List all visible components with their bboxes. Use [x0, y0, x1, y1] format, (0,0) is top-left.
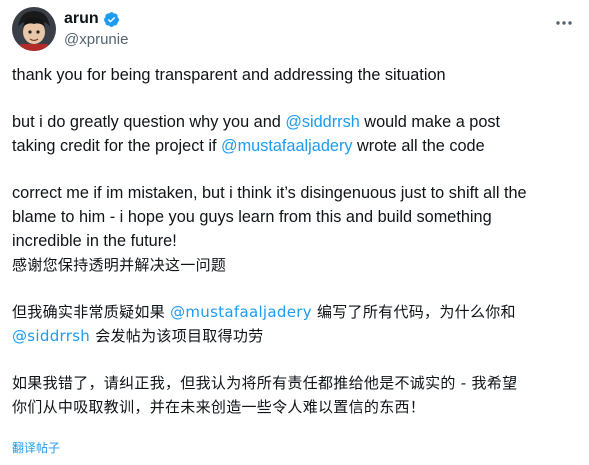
zh-paragraph-3-line-2: 你们从中吸取教训，并在未来创造一些令人难以置信的东西！ — [12, 398, 426, 416]
en-paragraph-1: thank you for being transparent and addr… — [12, 66, 446, 84]
en-paragraph-2: but i do greatly question why you and @s… — [12, 110, 582, 134]
translate-post-link[interactable]: 翻译帖子 — [12, 440, 60, 456]
zh-paragraph-2: 但我确实非常质疑如果 @mustafaaljadery 编写了所有代码，为什么你… — [12, 300, 582, 324]
zh-paragraph-2-cont: @siddrrsh 会发帖为该项目取得功劳 — [12, 324, 582, 348]
text-span: 会发帖为该项目取得功劳 — [90, 327, 264, 345]
text-span: would make a post — [359, 113, 501, 131]
en-paragraph-3-line-1: correct me if im mistaken, but i think i… — [12, 184, 527, 202]
text-span: but i do greatly question why you and — [12, 113, 286, 131]
text-span: 但我确实非常质疑如果 — [12, 303, 171, 321]
verified-badge-icon — [103, 11, 120, 28]
tweet-body: thank you for being transparent and addr… — [12, 63, 582, 419]
tweet: arun @xprunie thank you for being transp… — [0, 0, 589, 465]
en-paragraph-3-line-3: incredible in the future! — [12, 232, 177, 250]
en-paragraph-3-line-2: blame to him - i hope you guys learn fro… — [12, 208, 492, 226]
text-span: taking credit for the project if — [12, 137, 222, 155]
more-options-icon[interactable] — [553, 12, 575, 34]
mention-link[interactable]: @mustafaaljadery — [170, 303, 312, 321]
mention-link[interactable]: @siddrrsh — [285, 113, 359, 131]
mention-link[interactable]: @siddrrsh — [12, 327, 90, 345]
author-name-text: arun — [64, 10, 99, 27]
author-handle[interactable]: @xprunie — [64, 31, 128, 49]
text-span: 编写了所有代码，为什么你和 — [311, 303, 516, 321]
mention-link[interactable]: @mustafaaljadery — [221, 137, 352, 155]
text-span: wrote all the code — [352, 137, 485, 155]
avatar[interactable] — [12, 7, 56, 51]
author-name[interactable]: arun — [64, 9, 120, 29]
zh-paragraph-1: 感谢您保持透明并解决这一问题 — [12, 256, 227, 274]
en-paragraph-2-cont: taking credit for the project if @mustaf… — [12, 134, 582, 158]
zh-paragraph-3-line-1: 如果我错了，请纠正我，但我认为将所有责任都推给他是不诚实的 - 我希望 — [12, 374, 518, 392]
